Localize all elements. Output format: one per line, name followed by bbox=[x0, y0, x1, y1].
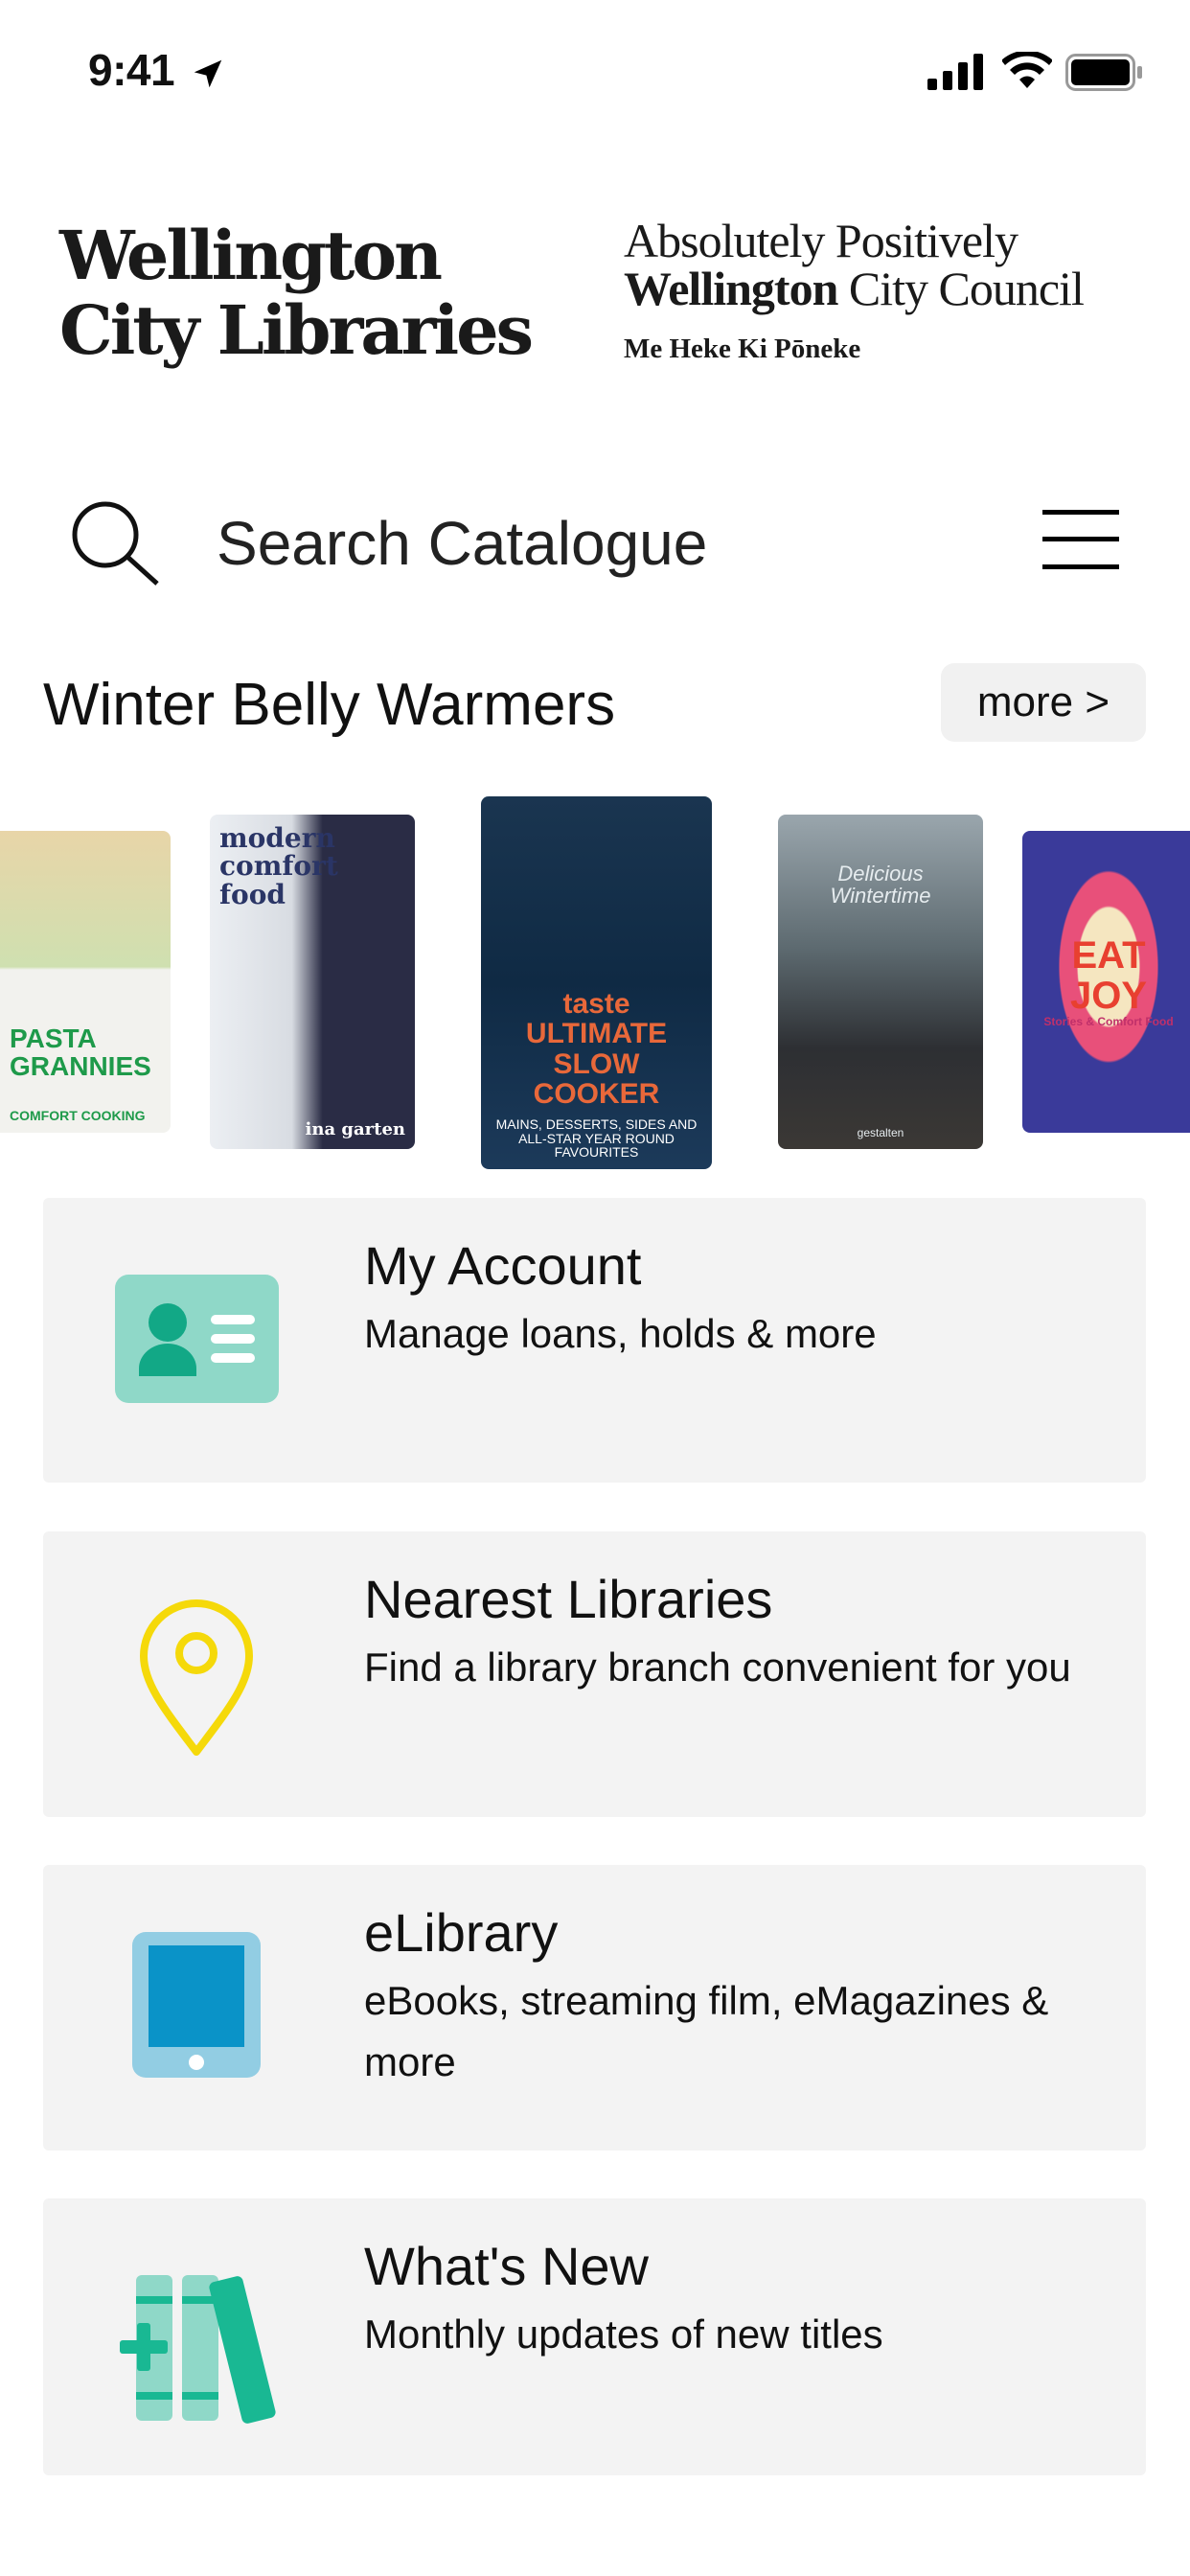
logo-bold: Wellington bbox=[624, 262, 838, 315]
logo-line: Absolutely Positively bbox=[624, 214, 1018, 267]
elibrary-card[interactable]: eLibrary eBooks, streaming film, eMagazi… bbox=[43, 1865, 1146, 2150]
book-subtitle: Stories & Comfort Food bbox=[1043, 1015, 1174, 1029]
signal-icon bbox=[927, 54, 983, 90]
hamburger-menu-icon[interactable] bbox=[1042, 508, 1119, 571]
logo-tagline: Me Heke Ki Pōneke bbox=[624, 334, 861, 364]
book-cover[interactable]: EAT JOY Stories & Comfort Food bbox=[1022, 831, 1190, 1133]
whats-new-card[interactable]: What's New Monthly updates of new titles bbox=[43, 2198, 1146, 2475]
card-subtitle: Monthly updates of new titles bbox=[364, 2312, 883, 2357]
book-title: modern comfort food bbox=[219, 822, 338, 910]
card-subtitle: Find a library branch convenient for you bbox=[364, 1644, 1071, 1690]
carousel-title: Winter Belly Warmers bbox=[43, 672, 616, 738]
book-title: PASTA GRANNIES bbox=[10, 1023, 151, 1081]
wellington-city-libraries-logo: Wellington City Libraries bbox=[59, 216, 534, 370]
logo-line: City Libraries bbox=[59, 290, 534, 370]
nearest-libraries-card[interactable]: Nearest Libraries Find a library branch … bbox=[43, 1531, 1146, 1817]
book-cover[interactable]: modern comfort food ina garten bbox=[210, 815, 415, 1149]
location-arrow-icon bbox=[194, 59, 222, 88]
battery-icon bbox=[1065, 54, 1142, 91]
logo-line: Wellington bbox=[59, 216, 443, 295]
my-account-card[interactable]: My Account Manage loans, holds & more bbox=[43, 1198, 1146, 1483]
search-input[interactable]: Search Catalogue bbox=[217, 508, 707, 579]
book-title: taste ULTIMATE SLOW COOKER bbox=[525, 987, 668, 1111]
card-title: What's New bbox=[364, 2236, 649, 2296]
more-button[interactable]: more > bbox=[941, 663, 1146, 742]
book-title: EAT JOY bbox=[1069, 934, 1148, 1018]
book-cover[interactable]: PASTA GRANNIES COMFORT COOKING bbox=[0, 831, 171, 1133]
book-subtitle: gestalten bbox=[857, 1126, 904, 1140]
wellington-city-council-logo: Absolutely Positively Wellington City Co… bbox=[624, 214, 1085, 365]
book-cover[interactable]: taste ULTIMATE SLOW COOKER MAINS, DESSER… bbox=[481, 796, 712, 1169]
card-title: eLibrary bbox=[364, 1902, 559, 1963]
book-subtitle: MAINS, DESSERTS, SIDES AND ALL-STAR YEAR… bbox=[495, 1116, 698, 1161]
tablet-icon bbox=[132, 1932, 261, 2078]
card-subtitle: Manage loans, holds & more bbox=[364, 1311, 877, 1356]
book-subtitle: COMFORT COOKING bbox=[10, 1108, 146, 1124]
card-title: Nearest Libraries bbox=[364, 1569, 773, 1629]
card-title: My Account bbox=[364, 1235, 642, 1296]
books-icon bbox=[120, 2275, 276, 2424]
wifi-icon bbox=[1002, 52, 1052, 88]
search-icon[interactable] bbox=[69, 498, 161, 586]
map-pin-icon bbox=[140, 1599, 253, 1756]
card-subtitle: eBooks, streaming film, eMagazines & mor… bbox=[364, 1978, 1049, 2084]
book-title: Delicious Wintertime bbox=[830, 862, 931, 908]
logo-rest: City Council bbox=[837, 262, 1085, 315]
logo-line: Wellington City Council bbox=[624, 262, 1085, 315]
book-cover[interactable]: Delicious Wintertime gestalten bbox=[778, 815, 983, 1149]
book-subtitle: ina garten bbox=[305, 1119, 405, 1140]
id-card-icon bbox=[115, 1275, 279, 1403]
status-time: 9:41 bbox=[88, 45, 175, 95]
